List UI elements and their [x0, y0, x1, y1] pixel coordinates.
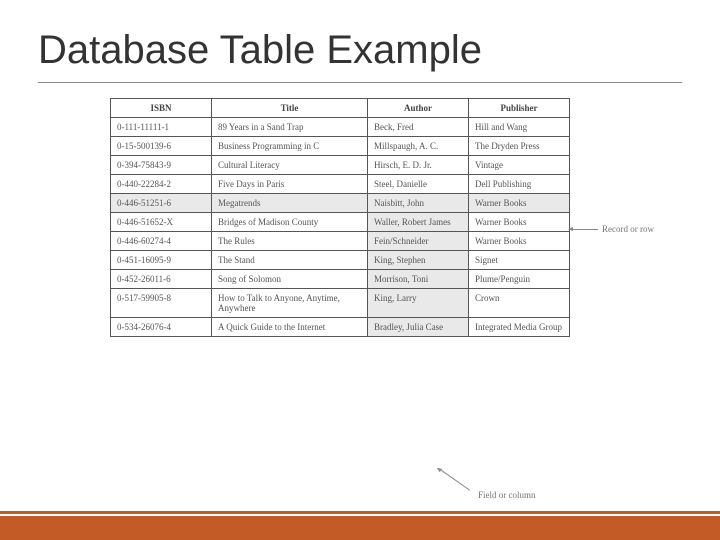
table-row: 0-446-51251-6MegatrendsNaisbitt, JohnWar…	[111, 194, 570, 213]
cell-publisher: Integrated Media Group	[469, 318, 570, 337]
slide-title: Database Table Example	[38, 28, 482, 73]
table-row: 0-394-75843-9Cultural LiteracyHirsch, E.…	[111, 156, 570, 175]
cell-isbn: 0-517-59905-8	[111, 289, 212, 318]
callout-field-column: Field or column	[478, 490, 536, 500]
header-title: Title	[211, 99, 367, 118]
cell-publisher: Signet	[469, 251, 570, 270]
header-publisher: Publisher	[469, 99, 570, 118]
cell-isbn: 0-451-16095-9	[111, 251, 212, 270]
cell-publisher: The Dryden Press	[469, 137, 570, 156]
cell-author: Morrison, Toni	[368, 270, 469, 289]
cell-author: Millspaugh, A. C.	[368, 137, 469, 156]
arrow-row-callout	[572, 229, 598, 230]
cell-publisher: Warner Books	[469, 194, 570, 213]
cell-isbn: 0-446-60274-4	[111, 232, 212, 251]
cell-isbn: 0-394-75843-9	[111, 156, 212, 175]
cell-title: Megatrends	[211, 194, 367, 213]
cell-title: Cultural Literacy	[211, 156, 367, 175]
cell-publisher: Dell Publishing	[469, 175, 570, 194]
table-row: 0-451-16095-9The StandKing, StephenSigne…	[111, 251, 570, 270]
database-table: ISBN Title Author Publisher 0-111-11111-…	[110, 98, 570, 337]
cell-publisher: Vintage	[469, 156, 570, 175]
slide-footer-bar	[0, 516, 720, 540]
cell-isbn: 0-534-26076-4	[111, 318, 212, 337]
cell-publisher: Warner Books	[469, 213, 570, 232]
cell-author: Waller, Robert James	[368, 213, 469, 232]
cell-publisher: Warner Books	[469, 232, 570, 251]
header-isbn: ISBN	[111, 99, 212, 118]
cell-title: Song of Solomon	[211, 270, 367, 289]
table-row: 0-517-59905-8How to Talk to Anyone, Anyt…	[111, 289, 570, 318]
table-row: 0-15-500139-6Business Programming in CMi…	[111, 137, 570, 156]
cell-isbn: 0-440-22284-2	[111, 175, 212, 194]
cell-title: Bridges of Madison County	[211, 213, 367, 232]
cell-isbn: 0-452-26011-6	[111, 270, 212, 289]
cell-author: King, Stephen	[368, 251, 469, 270]
table-row: 0-534-26076-4A Quick Guide to the Intern…	[111, 318, 570, 337]
cell-author: Fein/Schneider	[368, 232, 469, 251]
header-author: Author	[368, 99, 469, 118]
cell-author: Naisbitt, John	[368, 194, 469, 213]
callout-record-row: Record or row	[602, 224, 654, 234]
cell-isbn: 0-446-51652-X	[111, 213, 212, 232]
cell-isbn: 0-111-11111-1	[111, 118, 212, 137]
cell-title: Business Programming in C	[211, 137, 367, 156]
cell-title: Five Days in Paris	[211, 175, 367, 194]
table-row: 0-111-11111-189 Years in a Sand TrapBeck…	[111, 118, 570, 137]
cell-author: Beck, Fred	[368, 118, 469, 137]
cell-title: How to Talk to Anyone, Anytime, Anywhere	[211, 289, 367, 318]
cell-publisher: Hill and Wang	[469, 118, 570, 137]
cell-isbn: 0-446-51251-6	[111, 194, 212, 213]
title-underline	[38, 82, 682, 83]
table-row: 0-446-60274-4The RulesFein/SchneiderWarn…	[111, 232, 570, 251]
cell-publisher: Plume/Penguin	[469, 270, 570, 289]
table-header-row: ISBN Title Author Publisher	[111, 99, 570, 118]
cell-author: Bradley, Julia Case	[368, 318, 469, 337]
arrow-field-callout	[440, 469, 470, 490]
example-table-container: ISBN Title Author Publisher 0-111-11111-…	[110, 98, 570, 337]
cell-isbn: 0-15-500139-6	[111, 137, 212, 156]
cell-title: A Quick Guide to the Internet	[211, 318, 367, 337]
table-row: 0-440-22284-2Five Days in ParisSteel, Da…	[111, 175, 570, 194]
cell-title: The Rules	[211, 232, 367, 251]
cell-title: 89 Years in a Sand Trap	[211, 118, 367, 137]
cell-author: Hirsch, E. D. Jr.	[368, 156, 469, 175]
table-row: 0-446-51652-XBridges of Madison CountyWa…	[111, 213, 570, 232]
cell-publisher: Crown	[469, 289, 570, 318]
cell-author: Steel, Danielle	[368, 175, 469, 194]
cell-title: The Stand	[211, 251, 367, 270]
table-row: 0-452-26011-6Song of SolomonMorrison, To…	[111, 270, 570, 289]
cell-author: King, Larry	[368, 289, 469, 318]
